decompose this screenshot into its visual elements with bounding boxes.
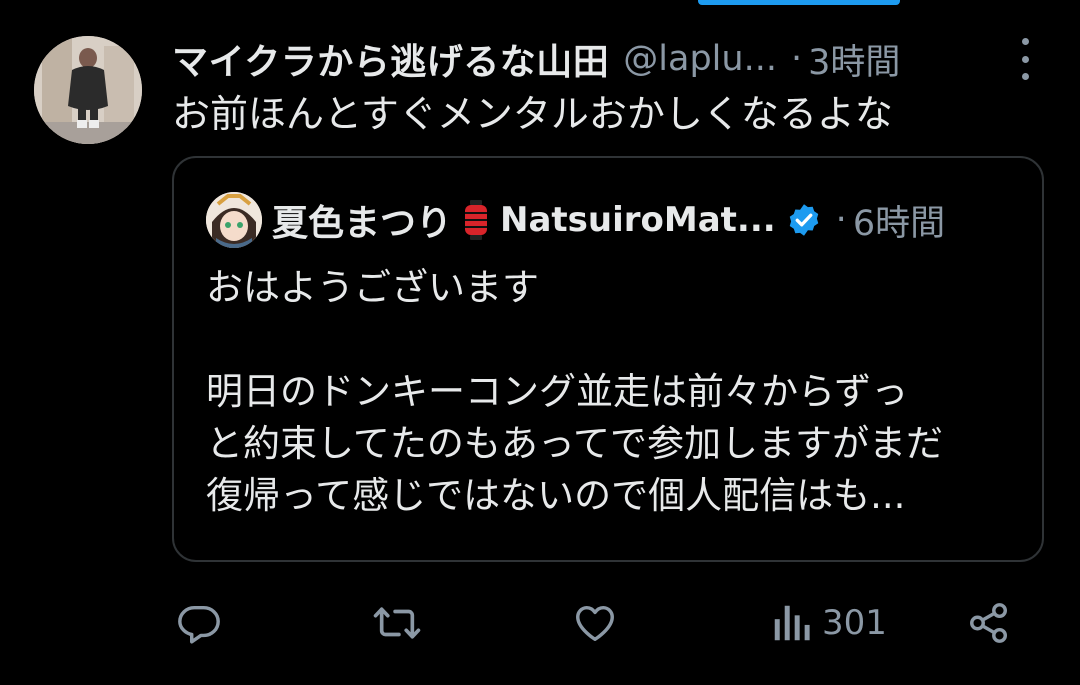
quoted-tweet-text: おはようございます 明日のドンキーコング並走は前々からずっ と約束してたのもあっ… — [206, 262, 1026, 522]
quoted-line: 明日のドンキーコング並走は前々からずっ — [206, 370, 909, 413]
views-count: 301 — [822, 603, 887, 643]
separator-dot: · — [790, 39, 803, 79]
quoted-tweet-card[interactable]: 夏色まつり NatsuiroMat... · 6時間 おはようございます 明日の… — [172, 156, 1044, 562]
avatar-photo — [34, 36, 142, 144]
quoted-tweet-header: 夏色まつり NatsuiroMat... · 6時間 — [272, 192, 1012, 248]
top-tab-indicator — [698, 0, 900, 5]
retweet-icon — [373, 607, 421, 639]
share-button[interactable] — [966, 596, 1012, 650]
timestamp[interactable]: 3時間 — [808, 34, 900, 85]
like-icon — [576, 605, 614, 642]
avatar[interactable] — [34, 36, 142, 144]
tweet-text: お前ほんとすぐメンタルおかしくなるよな — [172, 92, 893, 136]
author-handle[interactable]: @laplu... — [623, 39, 777, 79]
reply-icon — [178, 605, 220, 644]
reply-button[interactable] — [176, 596, 222, 650]
quoted-author-name[interactable]: 夏色まつり — [272, 194, 452, 246]
tweet-header: マイクラから逃げるな山田 @laplu... · 3時間 — [172, 32, 992, 86]
share-icon — [970, 603, 1008, 643]
lantern-icon — [465, 200, 488, 240]
quoted-separator-dot: · — [835, 200, 847, 240]
quoted-timestamp[interactable]: 6時間 — [853, 195, 945, 246]
verified-badge-icon — [789, 204, 818, 236]
quoted-line: 復帰って感じではないので個人配信はも... — [206, 474, 906, 517]
quoted-author-handle[interactable]: NatsuiroMat... — [500, 200, 776, 240]
quoted-avatar[interactable] — [206, 192, 262, 248]
author-name[interactable]: マイクラから逃げるな山田 — [172, 33, 609, 85]
more-options-icon[interactable] — [1010, 38, 1040, 80]
quoted-blank-line — [206, 314, 1026, 366]
quoted-avatar-art — [206, 192, 262, 248]
like-button[interactable] — [572, 596, 618, 650]
views-icon — [774, 605, 810, 641]
quoted-line: と約束してたのもあってで参加しますがまだ — [206, 422, 944, 465]
quoted-line: おはようございます — [206, 266, 539, 309]
views-button[interactable]: 301 — [772, 596, 887, 650]
tweet-actions-bar: 301 — [0, 596, 1080, 650]
retweet-button[interactable] — [372, 596, 422, 650]
